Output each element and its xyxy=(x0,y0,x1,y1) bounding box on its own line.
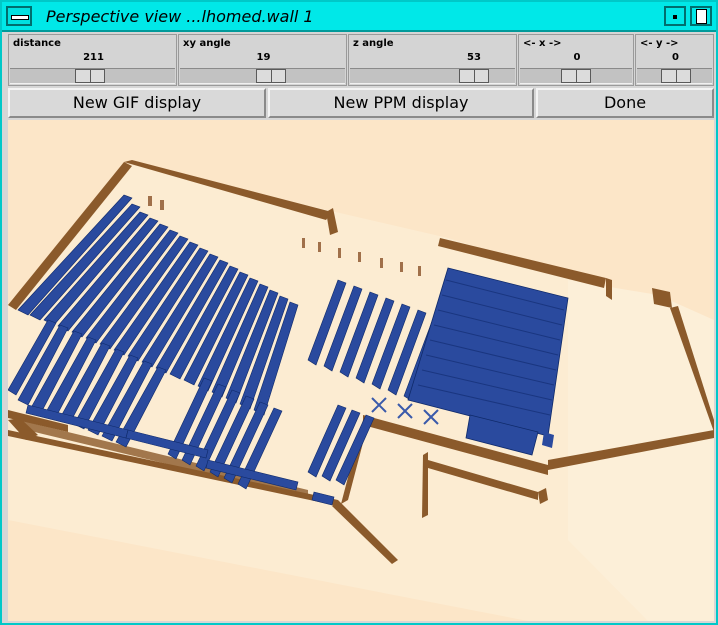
z-angle-thumb[interactable] xyxy=(459,69,489,83)
x-track[interactable] xyxy=(520,68,632,84)
x-label: <- x -> xyxy=(523,38,562,49)
y-value: 0 xyxy=(672,52,679,63)
x-value: 0 xyxy=(573,52,581,63)
z-angle-track[interactable] xyxy=(350,68,515,84)
x-thumb[interactable] xyxy=(561,69,591,83)
x-slider[interactable]: <- x -> 0 xyxy=(518,34,634,86)
distance-slider[interactable]: distance 211 xyxy=(8,34,177,86)
inner-wall-d xyxy=(422,452,428,518)
perspective-view-window: Perspective view ...lhomed.wall 1 distan… xyxy=(0,0,718,625)
xy-angle-value: 19 xyxy=(256,52,271,63)
title-bar[interactable]: Perspective view ...lhomed.wall 1 xyxy=(2,2,716,32)
new-gif-display-button[interactable]: New GIF display xyxy=(8,88,266,118)
floor-plan-render xyxy=(8,160,714,621)
maximize-icon[interactable] xyxy=(690,6,712,26)
minimize-icon[interactable] xyxy=(664,6,686,26)
distance-value: 211 xyxy=(83,52,104,63)
distance-thumb[interactable] xyxy=(75,69,105,83)
y-slider[interactable]: <- y -> 0 xyxy=(635,34,714,86)
z-angle-label: z angle xyxy=(353,38,394,49)
window-title: Perspective view ...lhomed.wall 1 xyxy=(46,7,314,26)
xy-angle-label: xy angle xyxy=(183,38,231,49)
done-button[interactable]: Done xyxy=(536,88,714,118)
y-label: <- y -> xyxy=(640,38,679,49)
z-angle-slider[interactable]: z angle 53 xyxy=(348,34,517,86)
perspective-render-area[interactable] xyxy=(8,120,714,621)
xy-angle-slider[interactable]: xy angle 19 xyxy=(178,34,347,86)
y-thumb[interactable] xyxy=(661,69,691,83)
y-track[interactable] xyxy=(637,68,712,84)
distance-label: distance xyxy=(13,38,61,49)
new-ppm-display-button[interactable]: New PPM display xyxy=(268,88,534,118)
slider-panel: distance 211 xy angle 19 z angle 53 <- x… xyxy=(8,34,714,86)
distance-track[interactable] xyxy=(10,68,175,84)
xy-angle-thumb[interactable] xyxy=(256,69,286,83)
window-menu-icon[interactable] xyxy=(6,6,32,26)
xy-angle-track[interactable] xyxy=(180,68,345,84)
button-bar: New GIF display New PPM display Done xyxy=(8,88,714,118)
